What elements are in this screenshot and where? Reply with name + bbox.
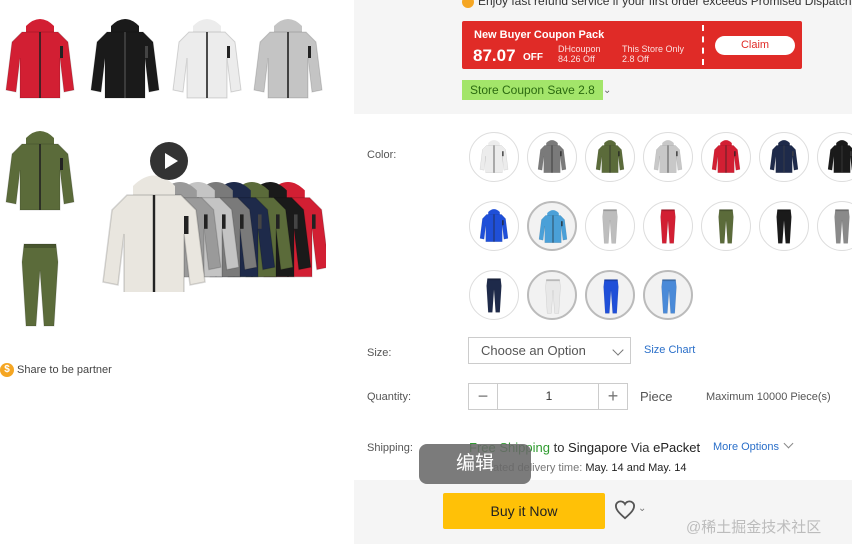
color-swatch-royal-blue-pants[interactable] xyxy=(585,270,635,320)
jacket-image xyxy=(253,19,323,99)
coupon-amount: 87.07 xyxy=(473,46,516,65)
color-swatch-sky-blue-pants[interactable] xyxy=(643,270,693,320)
chevron-down-icon xyxy=(612,344,624,356)
decrease-button[interactable]: − xyxy=(469,384,498,409)
refund-notice: Enjoy fast refund service if your first … xyxy=(462,0,852,8)
quantity-unit: Piece xyxy=(640,389,673,404)
gallery-thumb[interactable] xyxy=(167,14,247,106)
watermark: @稀土掘金技术社区 xyxy=(686,519,822,536)
gallery-thumb[interactable] xyxy=(248,14,328,106)
shipping-via: Via xyxy=(630,440,650,455)
jacket-image xyxy=(172,19,242,99)
jacket-image xyxy=(5,131,75,211)
size-select[interactable]: Choose an Option xyxy=(468,337,631,364)
jacket-image xyxy=(5,19,75,99)
color-swatch-gray-pants[interactable] xyxy=(817,201,852,251)
more-options-link[interactable]: More Options xyxy=(713,438,794,453)
shipping-carrier: ePacket xyxy=(653,440,701,455)
shipping-label: Shipping: xyxy=(367,442,413,454)
gallery-thumb[interactable] xyxy=(0,238,80,330)
buy-it-now-button[interactable]: Buy it Now xyxy=(443,493,605,529)
dhcoupon-label: DHcoupon xyxy=(558,44,601,54)
coin-icon: $ xyxy=(0,363,14,377)
color-swatch-sky-blue-jacket[interactable] xyxy=(527,201,577,251)
store-coupon-badge[interactable]: Store Coupon Save 2.8 xyxy=(462,80,603,100)
pants-image xyxy=(21,243,59,327)
shipping-country[interactable]: Singapore xyxy=(568,440,627,455)
coupon-title: New Buyer Coupon Pack xyxy=(474,29,605,41)
increase-button[interactable]: + xyxy=(598,384,627,409)
color-swatch-olive-jacket[interactable] xyxy=(585,132,635,182)
chevron-down-icon xyxy=(783,438,794,449)
shipping-to: to xyxy=(553,440,565,455)
color-swatch-white-pants[interactable] xyxy=(527,270,577,320)
claim-button[interactable]: Claim xyxy=(715,36,795,55)
wishlist-heart-icon[interactable] xyxy=(614,500,636,525)
color-swatch-red-pants[interactable] xyxy=(643,201,693,251)
store-only-label: This Store Only xyxy=(622,44,685,54)
color-swatch-navy-pants[interactable] xyxy=(469,270,519,320)
color-swatch-gray-jacket[interactable] xyxy=(527,132,577,182)
gallery-thumb[interactable] xyxy=(85,14,165,106)
size-label: Size: xyxy=(367,347,392,359)
color-swatch-red-jacket[interactable] xyxy=(701,132,751,182)
color-swatch-white-jacket[interactable] xyxy=(469,132,519,182)
quantity-stepper: − 1 + xyxy=(468,383,628,410)
color-swatch-royal-blue-jacket[interactable] xyxy=(469,201,519,251)
dhcoupon-value: 84.26 Off xyxy=(558,54,595,64)
coupon-divider xyxy=(702,25,704,65)
color-swatch-black-pants[interactable] xyxy=(759,201,809,251)
wishlist-chevron-icon[interactable]: ⌄ xyxy=(638,503,646,514)
play-video-icon[interactable] xyxy=(150,142,188,180)
quantity-input[interactable]: 1 xyxy=(498,384,600,409)
color-swatch-black-jacket[interactable] xyxy=(817,132,852,182)
edit-overlay-button[interactable]: 编辑 xyxy=(419,444,531,484)
store-coupon-chevron-icon[interactable]: ⌄ xyxy=(603,85,611,96)
quantity-maximum: Maximum 10000 Piece(s) xyxy=(706,391,831,403)
lightning-icon xyxy=(462,0,474,8)
new-buyer-coupon: New Buyer Coupon Pack 87.07 OFF DHcoupon… xyxy=(462,21,802,69)
size-chart-link[interactable]: Size Chart xyxy=(644,344,695,356)
jacket-image xyxy=(90,19,160,99)
quantity-label: Quantity: xyxy=(367,391,412,403)
main-product-image[interactable] xyxy=(90,168,330,295)
coupon-off: OFF xyxy=(523,52,543,63)
gallery-thumb[interactable] xyxy=(0,14,80,106)
store-only-value: 2.8 Off xyxy=(622,54,649,64)
color-swatch-light-gray-jacket[interactable] xyxy=(643,132,693,182)
gallery-thumb[interactable] xyxy=(0,126,80,218)
color-swatch-olive-pants[interactable] xyxy=(701,201,751,251)
color-label: Color: xyxy=(367,149,397,161)
share-partner-label: Share to be partner xyxy=(17,364,112,376)
color-swatch-light-gray-pants[interactable] xyxy=(585,201,635,251)
color-swatch-navy-jacket[interactable] xyxy=(759,132,809,182)
